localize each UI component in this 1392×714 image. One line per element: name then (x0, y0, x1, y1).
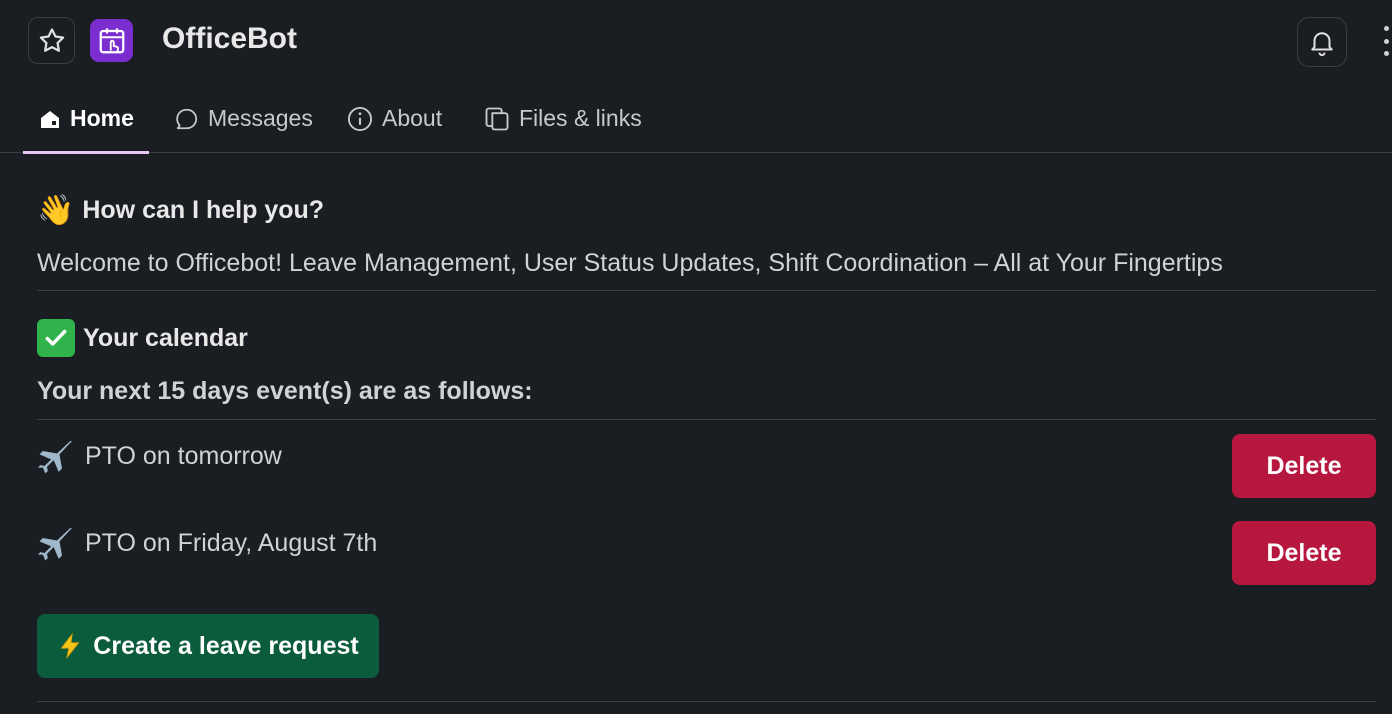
divider (37, 419, 1376, 420)
more-vertical-icon (1383, 26, 1389, 31)
welcome-text: Welcome to Officebot! Leave Management, … (37, 249, 1223, 277)
delete-button[interactable]: Delete (1232, 521, 1376, 585)
calendar-touch-icon (99, 28, 124, 53)
airplane-icon (37, 523, 77, 563)
info-icon (346, 105, 374, 133)
star-icon (39, 27, 64, 52)
tab-label: Home (70, 105, 134, 131)
tab-files-links[interactable]: Files & links (483, 84, 642, 153)
divider (37, 701, 1376, 702)
waving-hand-icon: 👋 (37, 193, 75, 228)
notifications-button[interactable] (1297, 17, 1347, 67)
tab-label: Files & links (519, 105, 642, 131)
tab-label: Messages (208, 105, 313, 131)
star-button[interactable] (28, 17, 75, 64)
app-title[interactable]: OfficeBot (162, 22, 297, 56)
app-avatar[interactable] (90, 19, 133, 62)
top-bar: OfficeBot (0, 0, 1392, 84)
help-heading: 👋 How can I help you? (37, 193, 325, 228)
calendar-heading: Your calendar (37, 319, 248, 357)
tab-bar: Home Messages About Files & links (0, 84, 1392, 154)
create-leave-request-button[interactable]: Create a leave request (37, 614, 379, 678)
home-icon (38, 107, 62, 131)
calendar-subheading: Your next 15 days event(s) are as follow… (37, 377, 533, 405)
files-icon (483, 105, 511, 133)
lightning-icon (57, 630, 83, 662)
event-item: PTO on Friday, August 7th (37, 523, 377, 563)
event-label: PTO on tomorrow (85, 441, 282, 470)
event-item: PTO on tomorrow (37, 436, 282, 476)
check-mark-icon (37, 319, 75, 357)
divider (37, 290, 1376, 291)
event-label: PTO on Friday, August 7th (85, 528, 378, 557)
delete-button[interactable]: Delete (1232, 434, 1376, 498)
more-options-button[interactable] (1380, 26, 1392, 56)
tab-about[interactable]: About (346, 84, 442, 153)
bell-icon (1311, 32, 1333, 57)
message-bubble-icon (174, 106, 200, 132)
airplane-icon (37, 436, 77, 476)
tab-label: About (382, 105, 443, 131)
tab-messages[interactable]: Messages (174, 84, 313, 153)
tab-home[interactable]: Home (23, 84, 149, 154)
